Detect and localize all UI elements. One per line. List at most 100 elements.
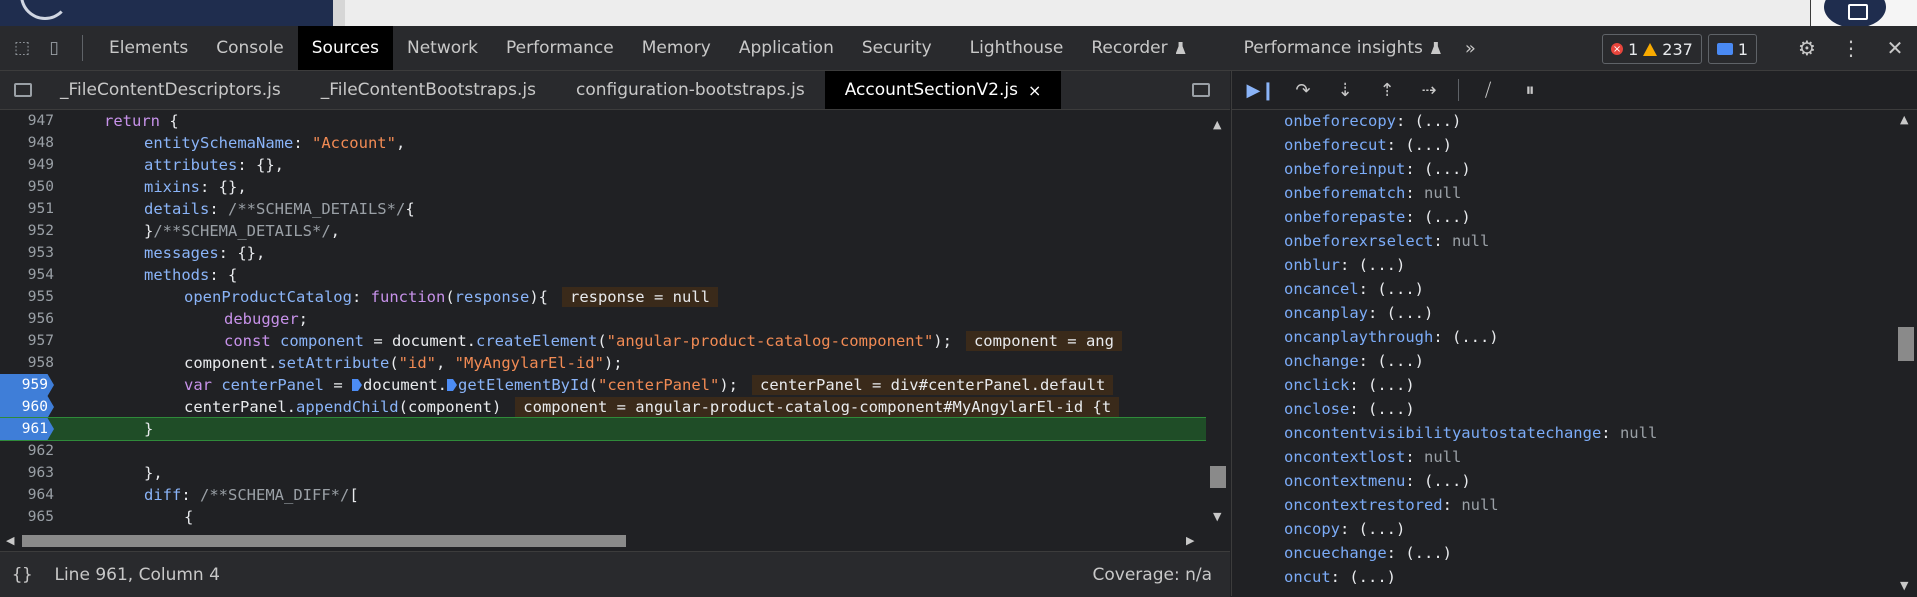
scope-property[interactable]: onblur: (...) xyxy=(1284,253,1405,277)
resume-icon[interactable]: ▶❙ xyxy=(1244,75,1278,105)
scope-property[interactable]: onbeforecut: (...) xyxy=(1284,133,1452,157)
tab-console[interactable]: Console xyxy=(202,26,298,70)
file-tab[interactable]: AccountSectionV2.js × xyxy=(824,71,1062,109)
property-value[interactable]: (...) xyxy=(1405,544,1452,562)
scope-property[interactable]: onchange: (...) xyxy=(1284,349,1424,373)
scope-property[interactable]: oncanplaythrough: (...) xyxy=(1284,325,1499,349)
settings-gear-icon[interactable]: ⚙ xyxy=(1785,26,1829,70)
hscroll-thumb[interactable] xyxy=(22,535,626,547)
messages-badge[interactable]: 1 xyxy=(1707,34,1757,64)
navigator-toggle-icon[interactable] xyxy=(6,71,40,109)
breakpoint-line-number[interactable]: 959 xyxy=(0,374,54,396)
code-line[interactable]: 948 entitySchemaName: "Account", xyxy=(0,132,1206,154)
inspect-element-icon[interactable]: ⬚ xyxy=(6,26,38,70)
scroll-left-arrow-icon[interactable]: ◀ xyxy=(6,534,14,547)
step-over-icon[interactable]: ↷ xyxy=(1286,75,1320,105)
property-value[interactable]: (...) xyxy=(1405,136,1452,154)
property-value[interactable]: (...) xyxy=(1359,256,1406,274)
deactivate-breakpoints-icon[interactable]: ⧸ xyxy=(1471,75,1505,105)
property-value[interactable]: (...) xyxy=(1368,376,1415,394)
editor-horizontal-scrollbar[interactable]: ◀ ▶ xyxy=(0,532,1206,550)
scroll-thumb[interactable] xyxy=(1210,466,1226,488)
scope-property[interactable]: oncut: (...) xyxy=(1284,565,1396,589)
scope-property[interactable]: onbeforematch: null xyxy=(1284,181,1461,205)
scope-property[interactable]: onbeforepaste: (...) xyxy=(1284,205,1471,229)
code-line[interactable]: 959 var centerPanel = document. getElement… xyxy=(0,374,1206,396)
file-tab[interactable]: _FileContentBootstraps.js xyxy=(301,71,556,109)
code-line[interactable]: 952}/**SCHEMA_DETAILS*/, xyxy=(0,220,1206,242)
code-line[interactable]: 950 mixins: {}, xyxy=(0,176,1206,198)
property-value[interactable]: (...) xyxy=(1387,304,1434,322)
scope-property[interactable]: onbeforecopy: (...) xyxy=(1284,109,1461,133)
line-number[interactable]: 953 xyxy=(0,242,54,264)
line-number[interactable]: 947 xyxy=(0,110,54,132)
line-number[interactable]: 951 xyxy=(0,198,54,220)
code-line[interactable]: 949 attributes: {}, xyxy=(0,154,1206,176)
line-number[interactable]: 958 xyxy=(0,352,54,374)
scroll-right-arrow-icon[interactable]: ▶ xyxy=(1186,534,1194,547)
step-into-icon[interactable]: ⇣ xyxy=(1328,75,1362,105)
code-line[interactable]: 964 diff: /**SCHEMA_DIFF*/[ xyxy=(0,484,1206,506)
step-out-icon[interactable]: ⇡ xyxy=(1370,75,1404,105)
breakpoint-line-number[interactable]: 960 xyxy=(0,396,54,418)
code-line[interactable]: 960 centerPanel.appendChild(component) com… xyxy=(0,396,1206,418)
code-line[interactable]: 956 debugger; xyxy=(0,308,1206,330)
line-number[interactable]: 954 xyxy=(0,264,54,286)
code-line[interactable]: 961} xyxy=(0,417,1207,441)
scroll-thumb[interactable] xyxy=(1898,327,1914,361)
property-value[interactable]: (...) xyxy=(1377,352,1424,370)
tab-security[interactable]: Security xyxy=(848,26,946,70)
code-line[interactable]: 957 const component = document.createElem… xyxy=(0,330,1206,352)
scope-property[interactable]: oncontentvisibilityautostatechange: null xyxy=(1284,421,1657,445)
line-number[interactable]: 963 xyxy=(0,462,54,484)
line-number[interactable]: 965 xyxy=(0,506,54,528)
line-number[interactable]: 962 xyxy=(0,440,54,462)
scope-property[interactable]: oncontextlost: null xyxy=(1284,445,1461,469)
scope-property[interactable]: oncuechange: (...) xyxy=(1284,541,1452,565)
line-number[interactable]: 952 xyxy=(0,220,54,242)
file-tab[interactable]: configuration-bootstraps.js xyxy=(556,71,825,109)
scope-property[interactable]: onclose: (...) xyxy=(1284,397,1415,421)
pause-on-exceptions-icon[interactable]: ⏸ xyxy=(1513,75,1547,105)
property-value[interactable]: (...) xyxy=(1377,280,1424,298)
scope-property[interactable]: onbeforexrselect: null xyxy=(1284,229,1489,253)
property-value[interactable]: (...) xyxy=(1452,328,1499,346)
code-line[interactable]: 947 return { xyxy=(0,110,1206,132)
cursor-position[interactable]: Line 961, Column 4 xyxy=(54,565,219,585)
property-value[interactable]: (...) xyxy=(1424,208,1471,226)
line-number[interactable]: 964 xyxy=(0,484,54,506)
inline-breakpoint-icon[interactable] xyxy=(447,379,457,391)
scope-property[interactable]: oncancel: (...) xyxy=(1284,277,1424,301)
breakpoint-line-number[interactable]: 961 xyxy=(0,418,54,440)
line-number[interactable]: 949 xyxy=(0,154,54,176)
scope-property[interactable]: oncontextmenu: (...) xyxy=(1284,469,1471,493)
sidebar-vertical-scrollbar[interactable]: ▲ ▼ xyxy=(1892,109,1917,596)
tab-network[interactable]: Network xyxy=(393,26,492,70)
line-number[interactable]: 957 xyxy=(0,330,54,352)
property-value[interactable]: (...) xyxy=(1424,160,1471,178)
inline-breakpoint-icon[interactable] xyxy=(352,379,362,391)
tab-performance-insights[interactable]: Performance insights xyxy=(1230,26,1455,70)
tab-recorder[interactable]: Recorder xyxy=(1077,26,1199,70)
tab-performance[interactable]: Performance xyxy=(492,26,628,70)
code-line[interactable]: 963}, xyxy=(0,462,1206,484)
property-value[interactable]: (...) xyxy=(1424,472,1471,490)
editor-vertical-scrollbar[interactable]: ▲ ▼ xyxy=(1206,110,1230,532)
property-value[interactable]: (...) xyxy=(1415,112,1462,130)
property-value[interactable]: (...) xyxy=(1359,520,1406,538)
line-number[interactable]: 948 xyxy=(0,132,54,154)
scroll-down-arrow-icon[interactable]: ▼ xyxy=(1900,579,1908,592)
line-number[interactable]: 955 xyxy=(0,286,54,308)
code-editor[interactable]: 947 return {948 entitySchemaName: "Account… xyxy=(0,110,1230,532)
code-line[interactable]: 953 messages: {}, xyxy=(0,242,1206,264)
code-line[interactable]: 958 component.setAttribute("id", "MyAngyl… xyxy=(0,352,1206,374)
tab-sources[interactable]: Sources xyxy=(297,26,393,70)
errors-warnings-badge[interactable]: × 1 237 xyxy=(1602,34,1702,64)
tab-lighthouse[interactable]: Lighthouse xyxy=(956,26,1078,70)
device-toolbar-icon[interactable]: ▯ xyxy=(38,26,70,70)
code-line[interactable]: 965 { xyxy=(0,506,1206,528)
code-line[interactable]: 954 methods: { xyxy=(0,264,1206,286)
scope-property[interactable]: oncanplay: (...) xyxy=(1284,301,1433,325)
line-number[interactable]: 956 xyxy=(0,308,54,330)
more-options-icon[interactable]: ⋮ xyxy=(1829,26,1873,70)
